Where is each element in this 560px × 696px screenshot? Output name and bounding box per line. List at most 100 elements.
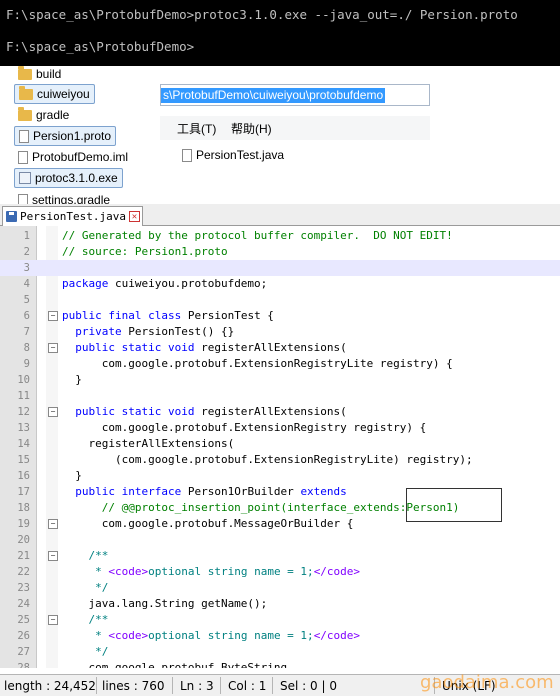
code-line[interactable]: 16 } <box>0 468 560 484</box>
code-line[interactable]: 20 <box>0 532 560 548</box>
code-line[interactable]: 15 (com.google.protobuf.ExtensionRegistr… <box>0 452 560 468</box>
code-token: </code> <box>313 565 361 578</box>
code-text: * <code>optional string name = 1;</code> <box>62 628 360 644</box>
code-line[interactable]: 21 − /** <box>0 548 560 564</box>
code-token: package <box>62 277 109 290</box>
code-token: PersionTest { <box>181 309 274 322</box>
fold-toggle-icon[interactable]: − <box>48 311 58 321</box>
status-col: Col : 1 <box>228 679 267 693</box>
code-line[interactable]: 6 − public final class PersionTest { <box>0 308 560 324</box>
code-token: com.google.protobuf.ExtensionRegistryLit… <box>62 357 453 370</box>
line-number: 25 <box>17 614 30 626</box>
menu-tools[interactable]: 工具(T) <box>177 120 216 137</box>
code-line[interactable]: 4 package cuiweiyou.protobufdemo; <box>0 276 560 292</box>
code-text: public interface Person1OrBuilder extend… <box>62 484 347 500</box>
line-number: 10 <box>17 374 30 386</box>
code-token: optional string name = 1; <box>148 565 314 578</box>
close-icon[interactable]: ✕ <box>128 211 140 222</box>
folder-icon <box>18 66 32 80</box>
fold-toggle-icon[interactable]: − <box>48 343 58 353</box>
line-number: 11 <box>17 390 30 402</box>
code-token: public interface <box>62 485 182 498</box>
line-number: 12 <box>17 406 30 418</box>
line-number: 9 <box>23 358 30 370</box>
line-number: 26 <box>17 630 30 642</box>
java-file-icon <box>182 148 192 162</box>
address-bar[interactable]: s\ProtobufDemo\cuiweiyou\protobufdemo <box>160 84 430 106</box>
document-icon <box>18 150 28 164</box>
file-item-cuiweiyou[interactable]: cuiweiyou <box>14 84 95 104</box>
file-label: protoc3.1.0.exe <box>35 171 118 185</box>
command-console: F:\space_as\ProtobufDemo>protoc3.1.0.exe… <box>0 0 560 66</box>
code-token: com.google.protobuf.MessageOrBuilder { <box>62 517 354 530</box>
status-line: Ln : 3 <box>180 679 214 693</box>
code-line[interactable]: 24 java.lang.String getName(); <box>0 596 560 612</box>
file-item-gradle[interactable]: gradle <box>14 105 73 125</box>
code-line[interactable]: 14 registerAllExtensions( <box>0 436 560 452</box>
file-item-settings-gradle[interactable]: settings.gradle <box>14 190 114 204</box>
code-line[interactable]: 1 // Generated by the protocol buffer com… <box>0 228 560 244</box>
code-token: extends <box>300 485 347 498</box>
code-text: public final class PersionTest { <box>62 308 274 324</box>
code-line[interactable]: 13 com.google.protobuf.ExtensionRegistry… <box>0 420 560 436</box>
code-text: // @@protoc_insertion_point(interface_ex… <box>62 500 460 516</box>
line-number: 5 <box>23 294 30 306</box>
status-separator <box>96 677 97 694</box>
file-label: ProtobufDemo.iml <box>32 150 129 164</box>
code-line[interactable]: 26 * <code>optional string name = 1;</co… <box>0 628 560 644</box>
code-token: <code> <box>108 629 149 642</box>
code-line[interactable]: 5 <box>0 292 560 308</box>
watermark: gaodaima.com <box>420 672 554 693</box>
code-line[interactable]: 10 } <box>0 372 560 388</box>
code-line[interactable]: 2 // source: Persion1.proto <box>0 244 560 260</box>
code-token: * <box>62 565 109 578</box>
code-line[interactable]: 9 com.google.protobuf.ExtensionRegistryL… <box>0 356 560 372</box>
code-text: public static void registerAllExtensions… <box>62 340 347 356</box>
file-item-build[interactable]: build <box>14 66 65 84</box>
code-text: com.google.protobuf.ExtensionRegistry re… <box>62 420 427 436</box>
status-lines: lines : 760 <box>102 679 165 693</box>
file-item-iml[interactable]: ProtobufDemo.iml <box>14 147 132 167</box>
fold-toggle-icon[interactable]: − <box>48 407 58 417</box>
fold-toggle-icon[interactable]: − <box>48 551 58 561</box>
code-line[interactable]: 11 <box>0 388 560 404</box>
code-line[interactable]: 27 */ <box>0 644 560 660</box>
code-token: // @@protoc_insertion_point(interface_ex… <box>62 501 460 514</box>
fold-toggle-icon[interactable]: − <box>48 615 58 625</box>
code-editor[interactable]: 1 // Generated by the protocol buffer com… <box>0 226 560 668</box>
code-token: public static void <box>62 405 195 418</box>
code-line[interactable]: 7 private PersionTest() {} <box>0 324 560 340</box>
code-text: /** <box>62 548 108 564</box>
folder-icon <box>18 106 32 121</box>
console-prompt-line: F:\space_as\ProtobufDemo> <box>6 39 195 54</box>
code-text: // source: Persion1.proto <box>62 244 228 260</box>
file-item-persion1-proto[interactable]: Persion1.proto <box>14 126 117 146</box>
line-number: 19 <box>17 518 30 530</box>
editor-tab-bar: PersionTest.java ✕ <box>0 204 560 226</box>
file-item-protoc-exe[interactable]: protoc3.1.0.exe <box>14 168 123 188</box>
code-token: PersionTest() {} <box>121 325 235 338</box>
line-number: 21 <box>17 550 30 562</box>
code-line[interactable]: 3 <box>0 260 560 276</box>
code-text: } <box>62 468 82 484</box>
line-number: 28 <box>17 662 30 668</box>
fold-toggle-icon[interactable]: − <box>48 519 58 529</box>
pane-file-item[interactable]: PersionTest.java <box>182 148 284 162</box>
code-token: </code> <box>313 629 361 642</box>
code-token: registerAllExtensions( <box>194 405 347 418</box>
code-token: // source: Persion1.proto <box>62 245 228 258</box>
code-line[interactable]: 25 − /** <box>0 612 560 628</box>
file-label: gradle <box>36 108 70 122</box>
line-number: 7 <box>23 326 30 338</box>
code-line[interactable]: 8 − public static void registerAllExtensi… <box>0 340 560 356</box>
status-sel: Sel : 0 | 0 <box>280 679 337 693</box>
code-line[interactable]: 22 * <code>optional string name = 1;</co… <box>0 564 560 580</box>
status-separator <box>220 677 221 694</box>
code-line[interactable]: 28 com.google.protobuf.ByteString <box>0 660 560 668</box>
code-line[interactable]: 23 */ <box>0 580 560 596</box>
status-length: length : 24,452 <box>4 679 96 693</box>
line-number: 22 <box>17 566 30 578</box>
tab-persiontest-java[interactable]: PersionTest.java ✕ <box>2 206 143 226</box>
code-line[interactable]: 12 − public static void registerAllExtens… <box>0 404 560 420</box>
menu-help[interactable]: 帮助(H) <box>231 120 272 137</box>
